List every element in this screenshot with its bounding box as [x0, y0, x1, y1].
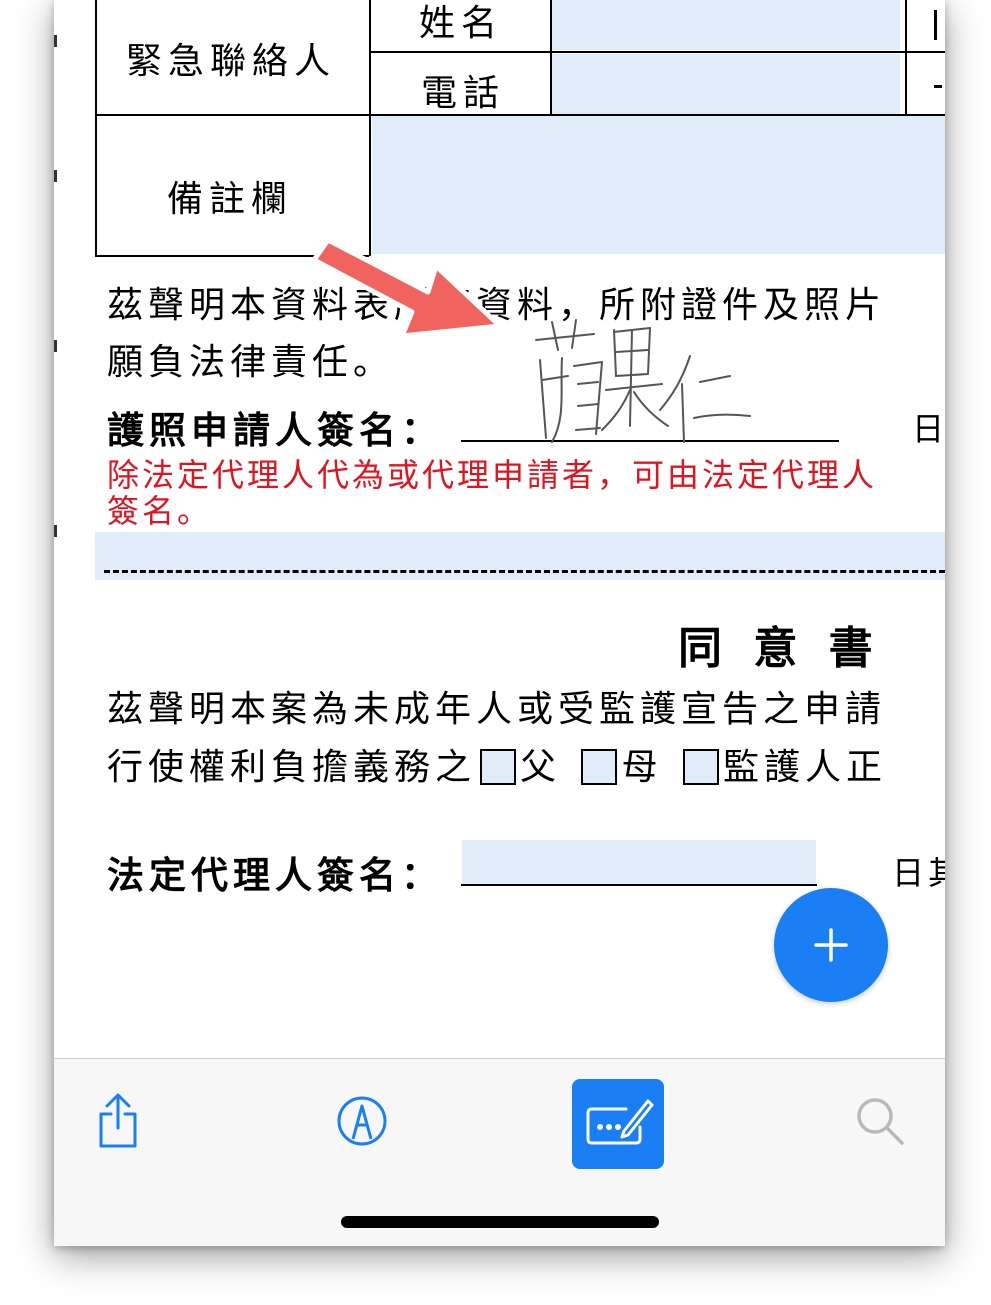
- guardian-label: 監護人正: [722, 747, 887, 788]
- contact-name-field[interactable]: [552, 0, 900, 50]
- legal-rep-signature-line: [461, 884, 817, 886]
- consent-title: 同 意 書: [678, 623, 881, 674]
- applicant-date-label: 日: [912, 410, 945, 448]
- guardian-checkbox[interactable]: [682, 749, 719, 785]
- mother-checkbox[interactable]: [581, 749, 618, 785]
- name-label: 姓名: [419, 3, 504, 44]
- add-annotation-button[interactable]: [774, 888, 888, 1002]
- pdf-document[interactable]: 緊急聯絡人 姓名 電話 備註欄 茲聲明本資料表所填資料，所附證件及照片 願負法律…: [54, 0, 945, 1058]
- markup-button[interactable]: [334, 1091, 390, 1151]
- clipped-cell-text: [934, 10, 945, 40]
- markup-pen-icon: [337, 1096, 387, 1146]
- consent-line-1: 茲聲明本案為未成年人或受監護宣告之申請: [107, 689, 887, 730]
- table-border: [369, 51, 945, 53]
- applicant-signature-label: 護照申請人簽名：: [107, 408, 443, 452]
- search-button[interactable]: [852, 1093, 908, 1149]
- remarks-label: 備註欄: [167, 179, 294, 220]
- consent-line-2: 行使權利負擔義務之 父 母 監護人正: [107, 738, 887, 790]
- annotation-arrow-icon: [311, 237, 503, 339]
- phone-screen: 緊急聯絡人 姓名 電話 備註欄 茲聲明本資料表所填資料，所附證件及照片 願負法律…: [54, 0, 945, 1246]
- legal-rep-date-label: 日其: [892, 854, 945, 892]
- cut-line: [104, 570, 945, 573]
- phone-label: 電話: [421, 73, 506, 114]
- share-icon: [99, 1093, 137, 1148]
- contact-phone-field[interactable]: [552, 54, 900, 114]
- fill-and-sign-icon: [586, 1099, 654, 1145]
- father-checkbox[interactable]: [480, 749, 517, 785]
- table-border: [95, 0, 97, 256]
- table-border: [905, 0, 907, 115]
- consent-line-2-prefix: 行使權利負擔義務之: [107, 747, 477, 788]
- emergency-contact-label: 緊急聯絡人: [126, 41, 337, 82]
- mother-label: 母: [621, 747, 663, 788]
- remarks-field[interactable]: [372, 116, 945, 254]
- legal-rep-signature-field[interactable]: [462, 840, 816, 884]
- clipped-cell-text: [934, 85, 942, 88]
- legal-rep-note-line-1: 除法定代理人代為或代理申請者，可由法定代理人: [107, 456, 878, 494]
- father-label: 父: [520, 747, 562, 788]
- home-indicator[interactable]: [341, 1216, 659, 1228]
- table-border: [95, 114, 945, 116]
- search-icon: [857, 1098, 904, 1145]
- fill-and-sign-button[interactable]: [572, 1079, 664, 1169]
- legal-rep-signature-label: 法定代理人簽名：: [107, 853, 443, 897]
- legal-rep-note-line-2: 簽名。: [107, 492, 213, 530]
- plus-icon: [814, 928, 848, 962]
- table-border: [550, 0, 552, 115]
- table-border: [369, 0, 371, 256]
- share-button[interactable]: [90, 1089, 146, 1153]
- handwritten-signature[interactable]: [532, 318, 752, 448]
